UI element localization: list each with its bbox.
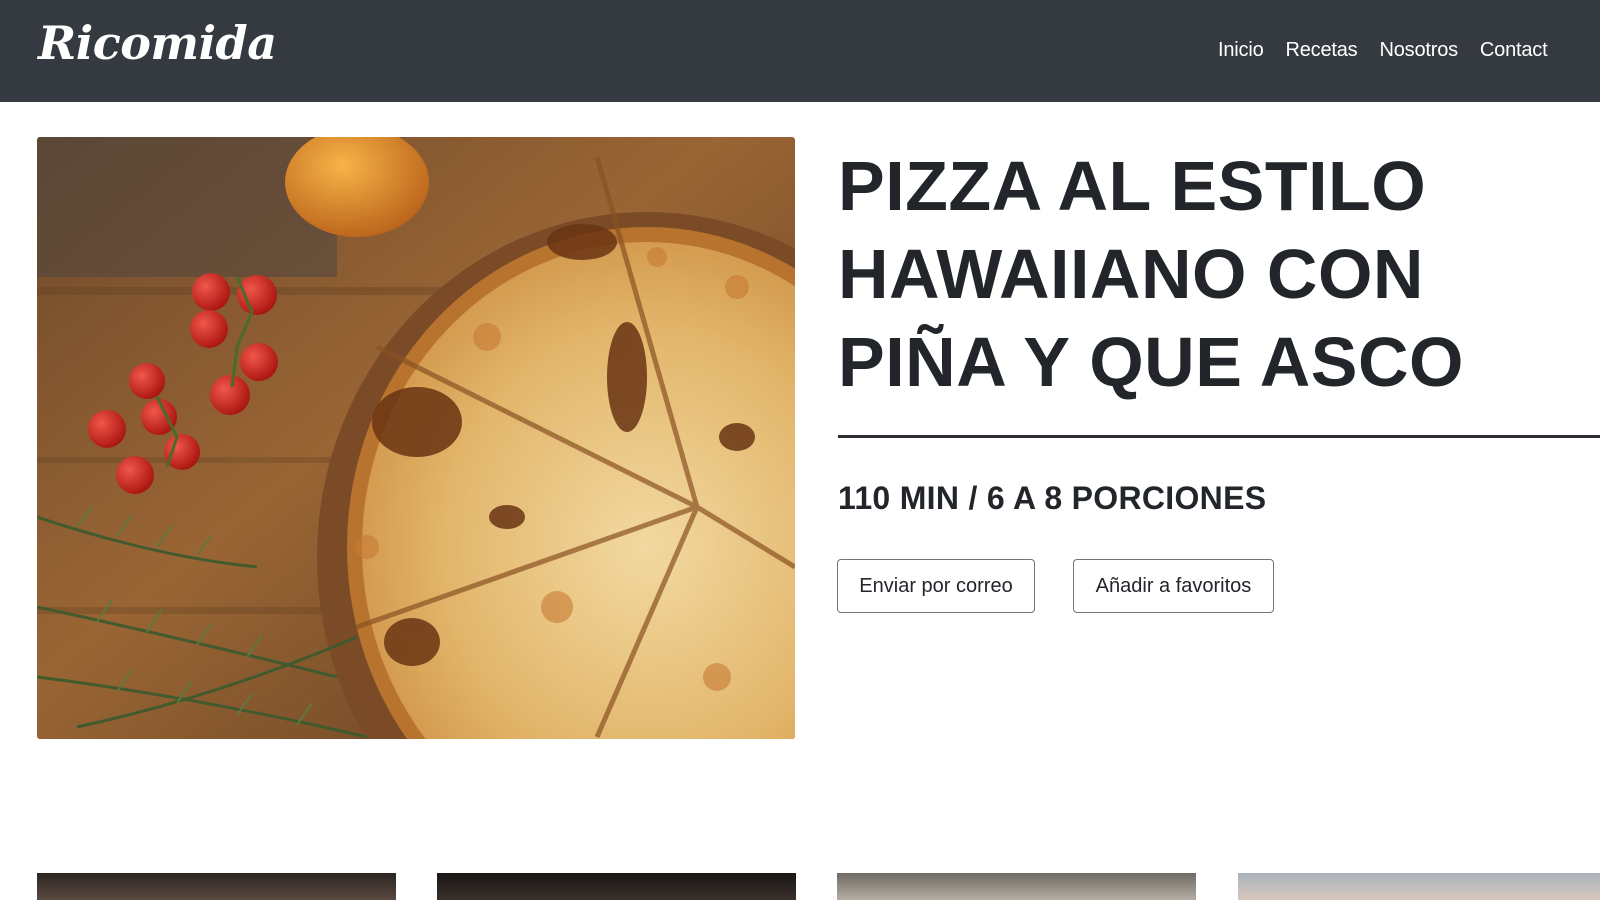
recipe-time-servings: 110 MIN / 6 A 8 PORCIONES xyxy=(838,480,1267,516)
recipe-title: PIZZA AL ESTILO HAWAIIANO CON PIÑA Y QUE… xyxy=(838,147,1464,401)
add-favorite-button[interactable]: Añadir a favoritos xyxy=(1073,559,1274,613)
brand-logo[interactable]: Ricomida xyxy=(38,16,277,70)
nav-link-nosotros[interactable]: Nosotros xyxy=(1379,36,1458,64)
title-divider xyxy=(838,435,1600,438)
recipe-card-image[interactable] xyxy=(437,873,796,900)
nav-menu: Inicio Recetas Nosotros Contact xyxy=(1218,36,1548,64)
navbar: Ricomida Inicio Recetas Nosotros Contact xyxy=(0,0,1600,102)
nav-link-contact[interactable]: Contact xyxy=(1480,36,1548,64)
recipe-card-image[interactable] xyxy=(1238,873,1600,900)
nav-link-recetas[interactable]: Recetas xyxy=(1286,36,1358,64)
nav-link-inicio[interactable]: Inicio xyxy=(1218,36,1264,64)
recipe-card-image[interactable] xyxy=(837,873,1196,900)
send-email-button[interactable]: Enviar por correo xyxy=(837,559,1035,613)
recipe-card-image[interactable] xyxy=(37,873,396,900)
recipe-hero-image xyxy=(37,137,795,739)
